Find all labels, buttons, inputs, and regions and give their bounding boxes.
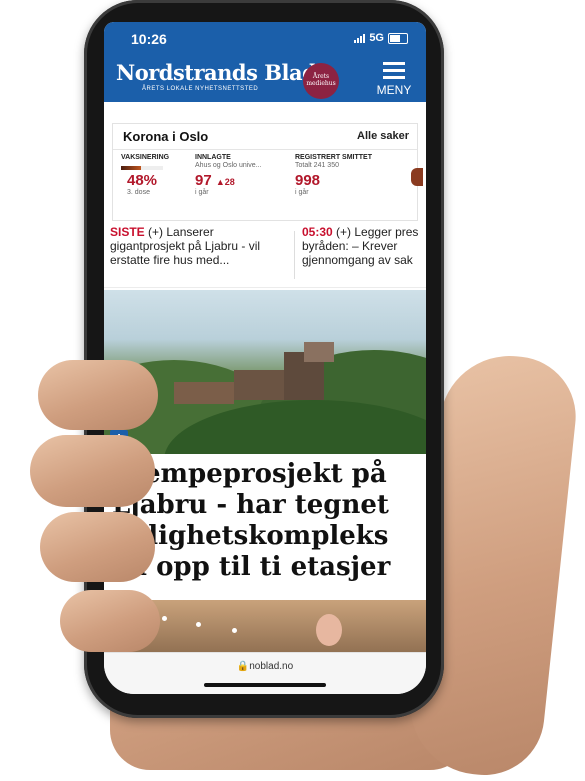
hospitalized-period: i går <box>195 189 209 196</box>
hand-finger <box>38 360 158 430</box>
all-cases-link[interactable]: Alle saker <box>357 130 409 142</box>
award-badge: Årets mediehus <box>303 63 339 99</box>
next-stat-peek <box>411 168 423 186</box>
korona-widget: Korona i Oslo Alle saker VAKSINERING 48%… <box>112 123 423 221</box>
hand-finger <box>60 590 160 652</box>
vaccination-stat[interactable]: VAKSINERING 48% 3. dose <box>121 154 169 196</box>
status-bar: 10:26 5G <box>104 22 426 54</box>
infected-period: i går <box>295 189 309 196</box>
vaccination-sub: 3. dose <box>127 189 150 196</box>
hospitalized-value: 97 <box>195 172 212 189</box>
signal-icon <box>354 33 366 43</box>
infected-value: 998 <box>295 172 321 189</box>
url-text: noblad.no <box>249 661 294 672</box>
korona-title: Korona i Oslo <box>123 129 209 144</box>
site-logo[interactable]: Nordstrands Blad <box>116 60 317 85</box>
infected-sub: Totalt 241 350 <box>295 162 339 169</box>
article-image[interactable]: + <box>104 290 426 454</box>
ticker-divider <box>294 231 295 279</box>
hamburger-icon <box>383 62 405 79</box>
battery-icon <box>388 32 408 44</box>
menu-label: MENY <box>376 83 412 97</box>
infected-stat[interactable]: REGISTRERT SMITTET Totalt 241 350 998 i … <box>295 154 372 196</box>
hospitalized-stat[interactable]: INNLAGTE Ahus og Oslo unive... 97 ▲28 i … <box>195 154 262 196</box>
lock-icon: 🔒 <box>236 661 250 672</box>
vaccination-label: VAKSINERING <box>121 154 170 161</box>
site-tagline: ÅRETS LOKALE NYHETSNETTSTED <box>142 86 259 92</box>
menu-button[interactable]: MENY <box>374 62 414 97</box>
news-ticker: SISTE (+) Lanserer gigantprosjekt på Lja… <box>104 225 426 288</box>
infected-label: REGISTRERT SMITTET <box>295 154 372 161</box>
vaccination-progress <box>121 166 163 170</box>
increase-arrow-icon: ▲ <box>215 177 225 187</box>
browser-url-bar[interactable]: 🔒noblad.no <box>104 652 426 694</box>
ticker-item[interactable]: 05:30 (+) Legger pres byråden: – Krever … <box>302 225 426 267</box>
hospitalized-label: INNLAGTE <box>195 154 231 161</box>
phone-screen: 10:26 5G Nordstrands Blad ÅRETS LOKALE N… <box>104 22 426 694</box>
status-time: 10:26 <box>131 31 167 47</box>
article-headline[interactable]: Kjempeprosjekt på Ljabru - har tegnet le… <box>112 459 422 583</box>
home-indicator[interactable] <box>204 683 326 687</box>
hospitalized-change: 28 <box>224 177 235 187</box>
hand-finger <box>30 435 155 507</box>
vaccination-value: 48% <box>127 172 158 189</box>
site-header: Nordstrands Blad ÅRETS LOKALE NYHETSNETT… <box>104 54 426 102</box>
hand-finger <box>40 512 155 582</box>
network-label: 5G <box>369 32 384 44</box>
hospitalized-sub: Ahus og Oslo unive... <box>195 162 262 169</box>
ticker-item[interactable]: SISTE (+) Lanserer gigantprosjekt på Lja… <box>110 225 288 267</box>
ticker-tag: 05:30 <box>302 225 333 239</box>
ticker-tag: SISTE <box>110 225 145 239</box>
